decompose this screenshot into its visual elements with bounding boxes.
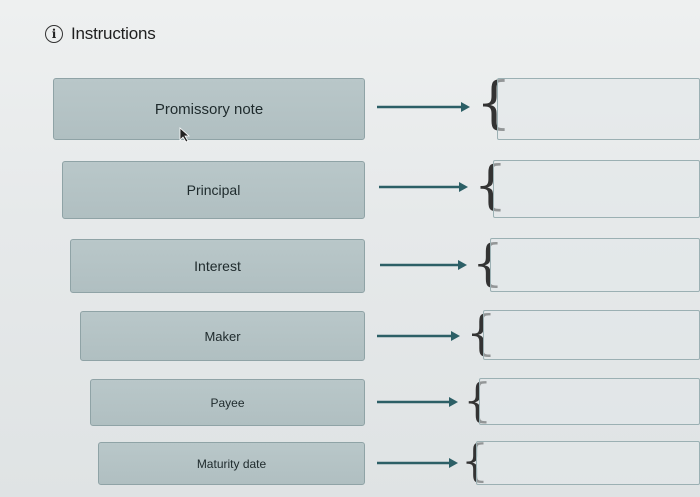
term-principal[interactable]: Principal (62, 161, 365, 219)
drop-zone-principal[interactable] (493, 160, 700, 218)
term-maker[interactable]: Maker (80, 311, 365, 361)
term-label: Promissory note (154, 100, 264, 118)
term-interest[interactable]: Interest (70, 239, 365, 293)
term-promissory-note[interactable]: Promissory note (53, 78, 365, 140)
term-label: Interest (194, 258, 241, 274)
info-icon[interactable]: i (45, 25, 63, 43)
drop-zone-maker[interactable] (483, 310, 700, 360)
drop-zone-payee[interactable] (479, 378, 700, 425)
arrow-icon (380, 260, 467, 270)
term-maturity-date[interactable]: Maturity date (98, 442, 365, 485)
drop-zone-maturity-date[interactable] (476, 441, 700, 485)
arrow-icon (377, 458, 458, 468)
arrow-icon (377, 102, 470, 112)
term-payee[interactable]: Payee (90, 379, 365, 426)
mouse-cursor-icon (179, 127, 191, 143)
instructions-title: Instructions (71, 24, 156, 43)
arrow-icon (377, 397, 458, 407)
term-label: Payee (210, 395, 245, 410)
arrow-icon (377, 331, 460, 341)
term-label: Maturity date (196, 456, 267, 471)
arrow-icon (379, 182, 468, 192)
drop-zone-promissory-note[interactable] (497, 78, 700, 140)
term-label: Principal (186, 182, 241, 198)
drop-zone-interest[interactable] (490, 238, 700, 292)
instructions-header[interactable]: i Instructions (45, 24, 156, 44)
term-label: Maker (204, 328, 241, 344)
